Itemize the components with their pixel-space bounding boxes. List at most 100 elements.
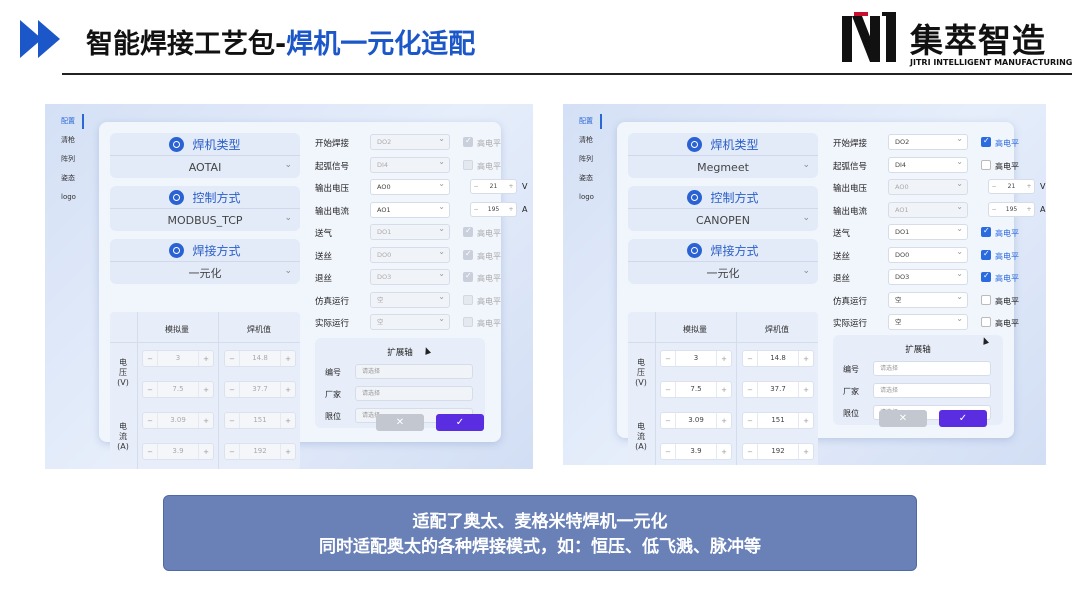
high-level-checkbox[interactable] <box>981 317 991 327</box>
welder-stepper[interactable]: −37.7 + <box>742 381 814 398</box>
confirm-button[interactable]: ✓ <box>939 410 987 427</box>
io-select[interactable]: DO0 <box>370 245 450 263</box>
io-select[interactable]: 空 <box>370 312 450 330</box>
minus-icon[interactable]: − <box>143 448 157 456</box>
sidebar-item[interactable]: logo <box>45 188 93 207</box>
high-level-checkbox[interactable] <box>463 159 473 170</box>
sidebar-item[interactable]: 姿态 <box>563 169 611 188</box>
minus-icon[interactable]: − <box>743 417 757 425</box>
minus-icon[interactable]: − <box>471 206 481 213</box>
high-level-checkbox[interactable] <box>981 226 991 237</box>
sidebar-item[interactable]: 配置 <box>563 112 611 131</box>
minus-icon[interactable]: − <box>743 386 757 394</box>
plus-icon[interactable]: + <box>799 355 813 363</box>
number-stepper[interactable]: −195 + <box>470 201 517 217</box>
plus-icon[interactable]: + <box>199 417 213 425</box>
high-level-checkbox[interactable] <box>981 136 991 147</box>
plus-icon[interactable]: + <box>199 448 213 456</box>
weld-mode-select[interactable]: 焊接方式 一元化 ⌄ <box>110 239 300 284</box>
minus-icon[interactable]: − <box>471 183 481 190</box>
minus-icon[interactable]: − <box>661 448 675 456</box>
minus-icon[interactable]: − <box>225 417 239 425</box>
plus-icon[interactable]: + <box>506 183 516 190</box>
io-select[interactable]: DO0 <box>888 245 968 263</box>
analog-stepper[interactable]: −3.09 + <box>660 412 732 429</box>
io-select[interactable]: DO1 <box>370 222 450 240</box>
io-select[interactable]: DI4 <box>370 155 450 173</box>
minus-icon[interactable]: − <box>143 417 157 425</box>
io-select[interactable]: AO1 <box>888 200 968 218</box>
control-mode-select[interactable]: 控制方式 CANOPEN ⌄ <box>628 186 818 231</box>
analog-stepper[interactable]: −7.5 + <box>660 381 732 398</box>
io-select[interactable]: 空 <box>370 290 450 308</box>
io-select[interactable]: DI4 <box>888 155 968 173</box>
high-level-checkbox[interactable] <box>463 294 473 305</box>
sidebar-item[interactable]: 清枪 <box>563 131 611 150</box>
analog-stepper[interactable]: −3.09 + <box>142 412 214 429</box>
plus-icon[interactable]: + <box>799 448 813 456</box>
weld-mode-select[interactable]: 焊接方式 一元化 ⌄ <box>628 239 818 284</box>
welder-stepper[interactable]: −192 + <box>224 443 296 460</box>
sidebar-item[interactable]: 阵列 <box>45 150 93 169</box>
sidebar-item[interactable]: logo <box>563 188 611 207</box>
analog-stepper[interactable]: −3.9 + <box>142 443 214 460</box>
control-mode-select[interactable]: 控制方式 MODBUS_TCP ⌄ <box>110 186 300 231</box>
minus-icon[interactable]: − <box>743 355 757 363</box>
plus-icon[interactable]: + <box>506 206 516 213</box>
welder-stepper[interactable]: −151 + <box>742 412 814 429</box>
plus-icon[interactable]: + <box>281 355 295 363</box>
io-select[interactable]: DO2 <box>888 132 968 150</box>
io-select[interactable]: 空 <box>888 290 968 308</box>
ext-select[interactable]: 请选择 <box>873 361 991 376</box>
analog-stepper[interactable]: −3 + <box>142 350 214 367</box>
sidebar-item[interactable]: 阵列 <box>563 150 611 169</box>
minus-icon[interactable]: − <box>661 417 675 425</box>
high-level-checkbox[interactable] <box>463 271 473 282</box>
high-level-checkbox[interactable] <box>463 226 473 237</box>
confirm-button[interactable]: ✓ <box>436 414 484 431</box>
plus-icon[interactable]: + <box>281 386 295 394</box>
minus-icon[interactable]: − <box>989 183 999 190</box>
io-select[interactable]: DO2 <box>370 132 450 150</box>
minus-icon[interactable]: − <box>225 448 239 456</box>
plus-icon[interactable]: + <box>717 448 731 456</box>
cancel-button[interactable]: ✕ <box>376 414 424 431</box>
analog-stepper[interactable]: −3 + <box>660 350 732 367</box>
minus-icon[interactable]: − <box>143 355 157 363</box>
plus-icon[interactable]: + <box>717 417 731 425</box>
plus-icon[interactable]: + <box>717 386 731 394</box>
welder-stepper[interactable]: −192 + <box>742 443 814 460</box>
analog-stepper[interactable]: −3.9 + <box>660 443 732 460</box>
plus-icon[interactable]: + <box>799 417 813 425</box>
io-select[interactable]: DO3 <box>370 267 450 285</box>
minus-icon[interactable]: − <box>661 386 675 394</box>
io-select[interactable]: AO1 <box>370 200 450 218</box>
io-select[interactable]: DO3 <box>888 267 968 285</box>
io-select[interactable]: 空 <box>888 312 968 330</box>
plus-icon[interactable]: + <box>281 417 295 425</box>
plus-icon[interactable]: + <box>199 386 213 394</box>
high-level-checkbox[interactable] <box>463 249 473 260</box>
minus-icon[interactable]: − <box>225 386 239 394</box>
welder-type-select[interactable]: 焊机类型 Megmeet ⌄ <box>628 133 818 178</box>
welder-stepper[interactable]: −14.8 + <box>224 350 296 367</box>
cancel-button[interactable]: ✕ <box>879 410 927 427</box>
io-select[interactable]: AO0 <box>888 177 968 195</box>
welder-type-select[interactable]: 焊机类型 AOTAI ⌄ <box>110 133 300 178</box>
plus-icon[interactable]: + <box>717 355 731 363</box>
high-level-checkbox[interactable] <box>981 249 991 260</box>
welder-stepper[interactable]: −14.8 + <box>742 350 814 367</box>
minus-icon[interactable]: − <box>989 206 999 213</box>
high-level-checkbox[interactable] <box>463 136 473 147</box>
welder-stepper[interactable]: −37.7 + <box>224 381 296 398</box>
high-level-checkbox[interactable] <box>981 271 991 282</box>
welder-stepper[interactable]: −151 + <box>224 412 296 429</box>
plus-icon[interactable]: + <box>1024 206 1034 213</box>
analog-stepper[interactable]: −7.5 + <box>142 381 214 398</box>
high-level-checkbox[interactable] <box>981 159 991 170</box>
plus-icon[interactable]: + <box>281 448 295 456</box>
ext-select[interactable]: 请选择 <box>355 364 473 379</box>
sidebar-item[interactable]: 配置 <box>45 112 93 131</box>
number-stepper[interactable]: −195 + <box>988 201 1035 217</box>
minus-icon[interactable]: − <box>661 355 675 363</box>
